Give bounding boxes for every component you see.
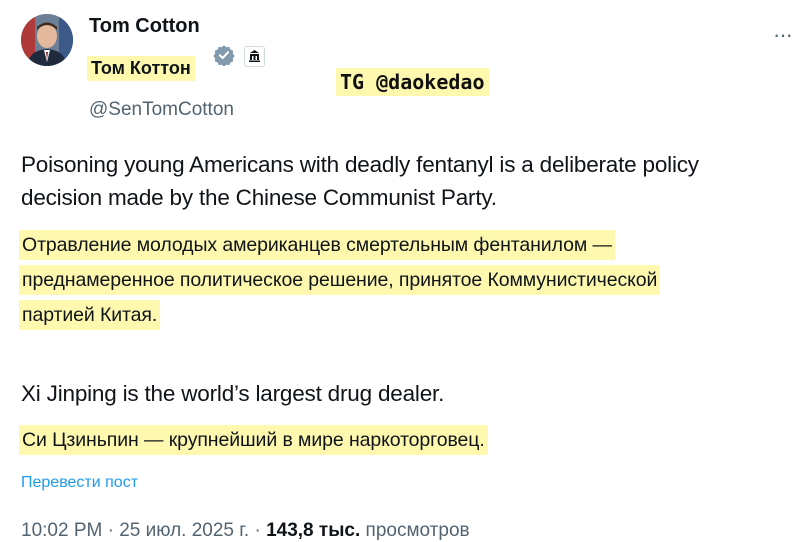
- author-name[interactable]: Tom Cotton: [89, 15, 200, 38]
- avatar[interactable]: [21, 14, 73, 66]
- author-name-translated: Том Коттон: [87, 56, 195, 81]
- translation-line: Отравление молодых американцев смертельн…: [19, 230, 615, 260]
- more-options-icon[interactable]: ···: [773, 22, 793, 48]
- avatar-image: [21, 14, 73, 66]
- translation-line: преднамеренное политическое решение, при…: [19, 265, 661, 295]
- tweet-time[interactable]: 10:02 PM: [21, 520, 102, 541]
- tweet-text-line: decision made by the Chinese Communist P…: [21, 185, 497, 210]
- government-badge-icon: [244, 46, 265, 67]
- translation-line: Си Цзиньпин — крупнейший в мире наркотор…: [19, 425, 488, 455]
- author-handle[interactable]: @SenTomCotton: [89, 99, 234, 121]
- watermark-label: TG @daokedao: [336, 68, 489, 96]
- tweet-date[interactable]: 25 июл. 2025 г.: [119, 520, 249, 541]
- views-label: просмотров: [365, 520, 470, 541]
- views-count: 143,8 тыс.: [266, 520, 361, 541]
- meta-separator: ·: [107, 520, 120, 541]
- translation-line: партией Китая.: [19, 300, 161, 330]
- tweet-text-line: Xi Jinping is the world’s largest drug d…: [21, 381, 445, 406]
- translate-post-link[interactable]: Перевести пост: [21, 474, 138, 492]
- meta-separator: ·: [254, 520, 267, 541]
- verified-badge-icon: [213, 45, 235, 66]
- tweet-meta: 10:02 PM · 25 июл. 2025 г. · 143,8 тыс. …: [21, 520, 470, 542]
- tweet-text-line: Poisoning young Americans with deadly fe…: [21, 152, 699, 177]
